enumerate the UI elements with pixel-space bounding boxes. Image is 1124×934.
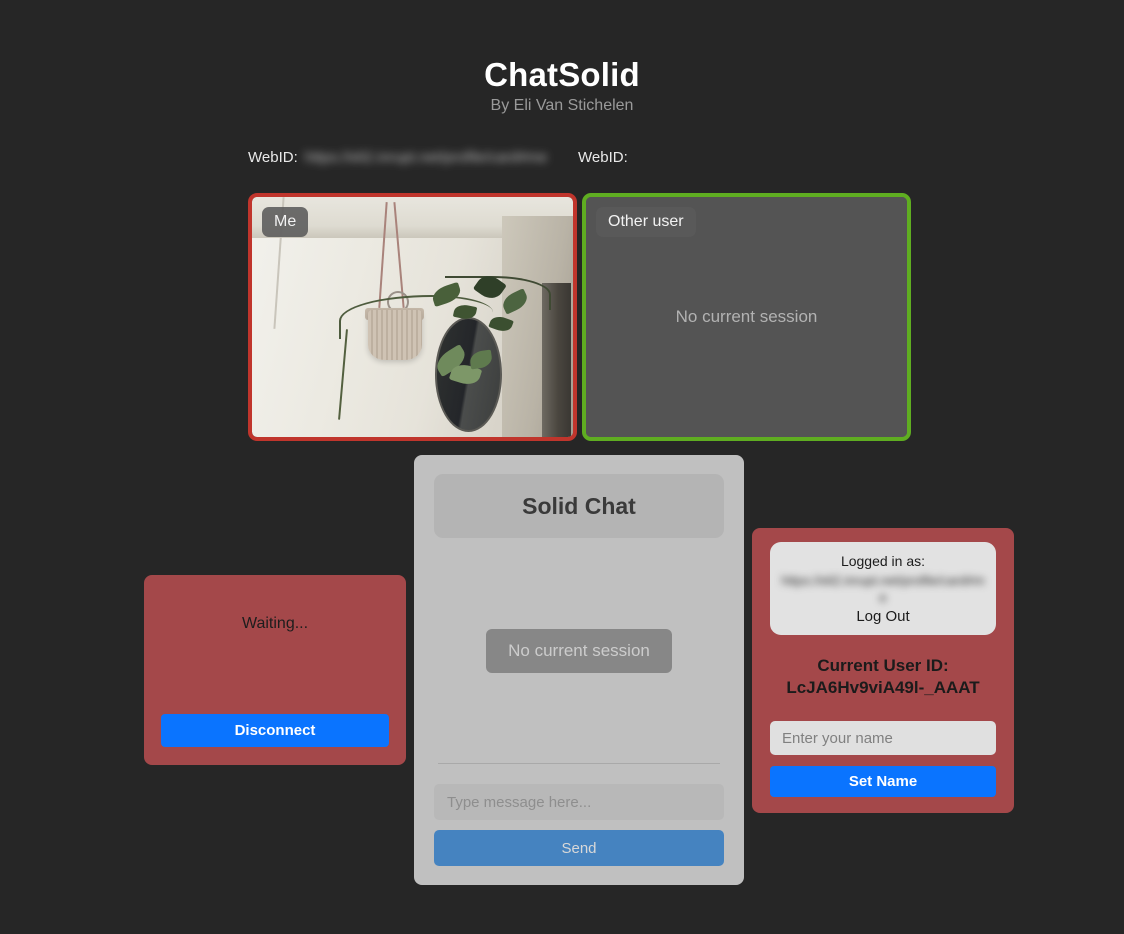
- chat-panel: Solid Chat No current session Send: [414, 455, 744, 885]
- disconnect-button[interactable]: Disconnect: [161, 714, 389, 747]
- name-input[interactable]: [770, 721, 996, 755]
- page-title: ChatSolid: [484, 56, 640, 93]
- page-subtitle: By Eli Van Stichelen: [490, 97, 634, 114]
- connection-panel: Waiting... Disconnect: [144, 575, 406, 765]
- webid-self-label: WebID:: [248, 149, 298, 166]
- current-user-id-label: Current User ID:: [817, 656, 949, 675]
- chat-status-badge: No current session: [486, 628, 672, 673]
- account-panel: Logged in as: https://eli2.inrupt.net/pr…: [752, 528, 1014, 813]
- webid-self: WebID: https://eli2.inrupt.net/profile/c…: [248, 149, 578, 166]
- video-tag-peer: Other user: [596, 207, 696, 237]
- connection-status-text: Waiting...: [241, 615, 309, 632]
- chat-message-list[interactable]: No current session: [434, 538, 724, 763]
- send-button[interactable]: Send: [434, 830, 724, 866]
- webid-peer-label: WebID:: [578, 149, 628, 166]
- app-root: ChatSolid By Eli Van Stichelen WebID: ht…: [0, 0, 1124, 934]
- current-user-id-value: LcJA6Hv9viA49l-_AAAT: [786, 678, 980, 697]
- logged-in-webid: https://eli2.inrupt.net/profile/card#me: [781, 573, 985, 605]
- set-name-button[interactable]: Set Name: [770, 766, 996, 797]
- chat-divider: [438, 763, 720, 764]
- chat-message-input[interactable]: [434, 784, 724, 820]
- video-tag-self: Me: [262, 207, 309, 237]
- webid-row: WebID: https://eli2.inrupt.net/profile/c…: [248, 149, 910, 166]
- video-panel-self[interactable]: Me: [248, 193, 577, 441]
- logged-in-label: Logged in as:: [840, 553, 926, 569]
- current-user-id: Current User ID: LcJA6Hv9viA49l-_AAAT: [770, 655, 996, 699]
- webid-peer: WebID:: [578, 149, 910, 166]
- logged-in-card: Logged in as: https://eli2.inrupt.net/pr…: [770, 542, 996, 635]
- webid-self-value: https://eli2.inrupt.net/profile/card#me: [304, 149, 548, 166]
- chat-header-title: Solid Chat: [434, 474, 724, 538]
- log-out-button[interactable]: Log Out: [780, 608, 986, 625]
- video-panel-peer[interactable]: No current session Other user: [582, 193, 911, 441]
